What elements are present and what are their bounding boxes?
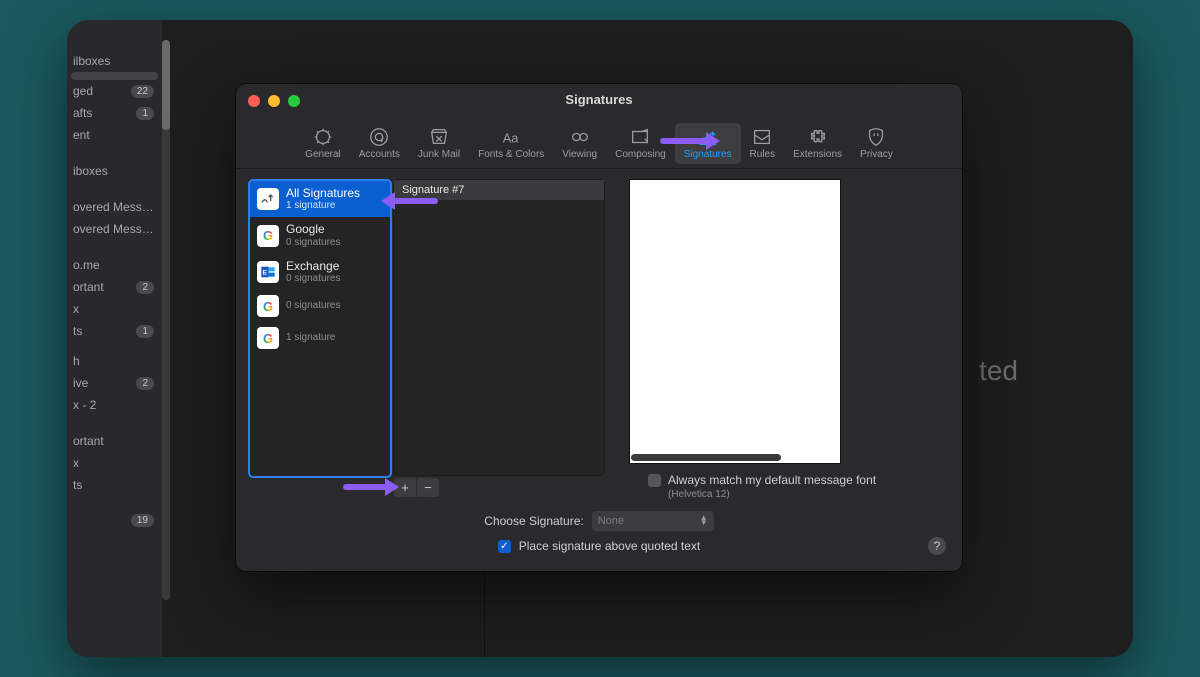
viewing-icon	[569, 127, 591, 147]
bg-sidebar-item[interactable]: x	[67, 298, 162, 320]
app-frame: ilboxes ged22afts1ent iboxes overed Mess…ov…	[67, 20, 1133, 657]
bg-sidebar-item[interactable]: 19	[67, 510, 162, 531]
junk-mail-icon	[428, 127, 450, 147]
choose-signature-select[interactable]: None ▲▼	[592, 511, 714, 531]
account-row[interactable]: E Exchange0 signatures	[250, 254, 390, 290]
general-icon	[312, 127, 334, 147]
bg-sidebar-item[interactable]: h	[67, 350, 162, 372]
account-sub: 0 signatures	[286, 300, 340, 312]
toolbar-fonts-colors[interactable]: AaFonts & Colors	[469, 123, 553, 164]
account-name: Exchange	[286, 259, 340, 273]
bg-sidebar-item[interactable]: x	[67, 452, 162, 474]
background-text: ted	[979, 355, 1018, 387]
toolbar-extensions[interactable]: Extensions	[784, 123, 851, 164]
preferences-toolbar: GeneralAccountsJunk MailAaFonts & Colors…	[236, 114, 962, 169]
bg-sidebar-item[interactable]: ilboxes	[67, 50, 162, 72]
toolbar-rules[interactable]: Rules	[741, 123, 785, 164]
badge: 19	[131, 514, 154, 527]
bg-sidebar-item[interactable]: ortant2	[67, 276, 162, 298]
background-scrollbar[interactable]	[162, 40, 170, 600]
rules-icon	[751, 127, 773, 147]
badge: 2	[136, 377, 154, 390]
bg-sidebar-item[interactable]: ts	[67, 474, 162, 496]
toolbar-junk-mail[interactable]: Junk Mail	[409, 123, 469, 164]
account-row[interactable]: G Google0 signatures	[250, 217, 390, 253]
accounts-icon	[368, 127, 390, 147]
annotation-arrow-accounts	[393, 198, 438, 204]
account-icon: G	[257, 225, 279, 247]
badge: 1	[136, 325, 154, 338]
preview-scrollbar[interactable]	[631, 454, 781, 461]
place-above-label: Place signature above quoted text	[519, 539, 700, 553]
match-font-checkbox[interactable]	[648, 474, 661, 487]
bg-sidebar-item[interactable]: afts1	[67, 102, 162, 124]
toolbar-accounts[interactable]: Accounts	[350, 123, 409, 164]
privacy-icon	[865, 127, 887, 147]
composing-icon	[629, 127, 651, 147]
badge: 2	[136, 281, 154, 294]
match-font-option: Always match my default message font (He…	[648, 473, 876, 500]
account-sub: 0 signatures	[286, 273, 340, 285]
footer: Choose Signature: None ▲▼ Place signatur…	[236, 511, 962, 553]
remove-signature-button[interactable]: −	[417, 477, 440, 498]
help-button[interactable]: ?	[928, 537, 946, 555]
choose-signature-value: None	[598, 515, 624, 527]
account-sub: 1 signature	[286, 332, 335, 344]
svg-text:E: E	[263, 270, 268, 277]
bg-sidebar-item[interactable]: ged22	[67, 80, 162, 102]
bg-sidebar-item[interactable]: x - 2	[67, 394, 162, 416]
account-icon: G	[257, 327, 279, 349]
account-icon: G	[257, 295, 279, 317]
add-remove-buttons: + −	[393, 477, 440, 498]
annotation-arrow-toolbar	[660, 138, 708, 144]
bg-sidebar-item[interactable]	[67, 342, 162, 350]
bg-sidebar-item[interactable]: ortant	[67, 430, 162, 452]
account-row[interactable]: All Signatures1 signature	[250, 181, 390, 217]
accounts-list[interactable]: All Signatures1 signatureGGoogle0 signat…	[248, 179, 392, 478]
account-icon	[257, 188, 279, 210]
bg-sidebar-item[interactable]	[71, 72, 158, 80]
bg-sidebar-item[interactable]: o.me	[67, 254, 162, 276]
bg-sidebar-item[interactable]: iboxes	[67, 160, 162, 182]
signatures-list[interactable]: Signature #7	[393, 179, 605, 476]
select-arrows-icon: ▲▼	[700, 516, 708, 526]
annotation-arrow-add	[343, 484, 387, 490]
badge: 1	[136, 107, 154, 120]
bg-sidebar-item[interactable]: overed Mess…	[67, 196, 162, 218]
account-row[interactable]: G 0 signatures	[250, 290, 390, 322]
account-row[interactable]: G 1 signature	[250, 322, 390, 354]
badge: 22	[131, 85, 154, 98]
place-above-checkbox[interactable]	[498, 540, 511, 553]
background-divider	[484, 565, 485, 657]
match-font-label: Always match my default message font	[668, 473, 876, 487]
toolbar-viewing[interactable]: Viewing	[553, 123, 606, 164]
extensions-icon	[807, 127, 829, 147]
fonts-colors-icon: Aa	[500, 127, 522, 147]
preferences-window: Signatures GeneralAccountsJunk MailAaFon…	[236, 84, 962, 571]
window-title: Signatures	[236, 92, 962, 107]
bg-sidebar-item[interactable]: ent	[67, 124, 162, 146]
toolbar-privacy[interactable]: Privacy	[851, 123, 902, 164]
account-sub: 1 signature	[286, 200, 360, 212]
account-name: Google	[286, 222, 340, 236]
signature-preview[interactable]	[629, 179, 841, 464]
svg-text:Aa: Aa	[503, 131, 520, 146]
bg-sidebar-item[interactable]: ts1	[67, 320, 162, 342]
signature-item[interactable]: Signature #7	[394, 180, 604, 200]
bg-sidebar-item[interactable]: overed Mess…	[67, 218, 162, 240]
choose-signature-label: Choose Signature:	[484, 514, 583, 528]
account-sub: 0 signatures	[286, 237, 340, 249]
toolbar-general[interactable]: General	[296, 123, 350, 164]
bg-sidebar-item[interactable]: ive2	[67, 372, 162, 394]
account-name: All Signatures	[286, 186, 360, 200]
match-font-sub: (Helvetica 12)	[668, 489, 876, 500]
account-icon: E	[257, 261, 279, 283]
background-sidebar: ilboxes ged22afts1ent iboxes overed Mess…ov…	[67, 20, 162, 657]
